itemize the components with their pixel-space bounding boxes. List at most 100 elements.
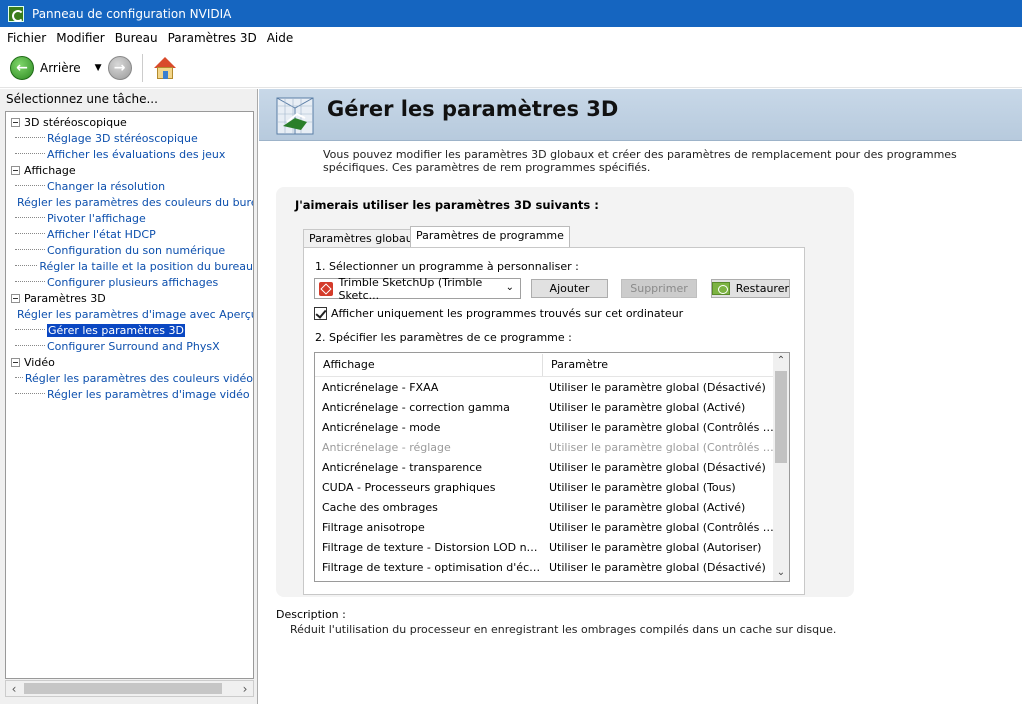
settings-table[interactable]: Affichage Paramètre Anticrénelage - FXAA…	[314, 352, 790, 582]
row-setting[interactable]: Utiliser le paramètre global (Contrôlés …	[543, 521, 775, 534]
tree-child-item[interactable]: Configurer plusieurs affichages	[6, 274, 253, 290]
table-row[interactable]: Filtrage de texture - optimisation d'éch…	[315, 557, 775, 577]
tree-child-item[interactable]: Afficher l'état HDCP	[6, 226, 253, 242]
row-setting[interactable]: Utiliser le paramètre global (Tous)	[543, 481, 775, 494]
tree-group-3d-stereo: 3D stéréoscopique Réglage 3D stéréoscopi…	[6, 114, 253, 162]
table-row[interactable]: Anticrénelage - transparence Utiliser le …	[315, 457, 775, 477]
table-row[interactable]: Cache des ombrages Utiliser le paramètre …	[315, 497, 775, 517]
menu-parametres-3d[interactable]: Paramètres 3D	[163, 31, 262, 45]
show-found-programs-checkbox[interactable]	[314, 307, 327, 320]
forward-arrow-icon[interactable]: →	[107, 55, 132, 80]
row-feature: Anticrénelage - réglage	[322, 440, 451, 454]
tree-child-item[interactable]: Configurer Surround and PhysX	[6, 338, 253, 354]
row-feature: CUDA - Processeurs graphiques	[322, 480, 496, 494]
row-setting[interactable]: Utiliser le paramètre global (Activé)	[543, 501, 775, 514]
back-arrow-icon[interactable]: ←	[10, 55, 34, 80]
row-setting[interactable]: Utiliser le paramètre global (Autoriser)	[543, 541, 775, 554]
description-text: Réduit l'utilisation du processeur en en…	[290, 623, 837, 636]
page-title: Gérer les paramètres 3D	[327, 97, 619, 121]
row-setting[interactable]: Utiliser le paramètre global (Désactivé)	[543, 561, 775, 574]
title-bar: Panneau de configuration NVIDIA	[0, 0, 1022, 27]
tree-child-item[interactable]: Afficher les évaluations des jeux	[6, 146, 253, 162]
tree-child-item[interactable]: Configuration du son numérique	[6, 242, 253, 258]
row-feature: Filtrage de texture - optimisation d'éch…	[322, 560, 543, 574]
scroll-thumb[interactable]	[775, 371, 787, 463]
tree-child-item[interactable]: Régler les paramètres des couleurs du bu…	[6, 194, 253, 210]
tree-group-video: Vidéo Régler les paramètres des couleurs…	[6, 354, 253, 402]
row-feature: Filtrage de texture - Distorsion LOD nég…	[322, 540, 543, 554]
content-pane: Gérer les paramètres 3D Vous pouvez modi…	[259, 89, 1022, 704]
row-setting[interactable]: Utiliser le paramètre global (Activé)	[543, 401, 775, 414]
remove-program-button[interactable]: Supprimer	[621, 279, 697, 298]
3d-settings-icon	[276, 97, 314, 135]
row-feature: Anticrénelage - transparence	[322, 460, 483, 474]
add-program-button[interactable]: Ajouter	[531, 279, 608, 298]
column-header-feature[interactable]: Affichage	[315, 353, 543, 376]
row-setting[interactable]: Utiliser le paramètre global (Désactivé)	[543, 381, 775, 394]
row-setting[interactable]: Utiliser le paramètre global (Désactivé)	[543, 461, 775, 474]
tree-child-item-selected[interactable]: Gérer les paramètres 3D	[6, 322, 253, 338]
tab-program-settings[interactable]: Paramètres de programme	[410, 226, 570, 248]
table-row[interactable]: Filtrage de texture - Distorsion LOD nég…	[315, 537, 775, 557]
task-pane: Sélectionnez une tâche... 3D stéréoscopi…	[0, 89, 258, 704]
tree-child-item[interactable]: Régler la taille et la position du burea…	[6, 258, 253, 274]
task-tree[interactable]: 3D stéréoscopique Réglage 3D stéréoscopi…	[5, 111, 254, 679]
home-icon[interactable]	[153, 56, 177, 80]
page-banner: Gérer les paramètres 3D	[259, 89, 1022, 141]
tree-group-affichage: Affichage Changer la résolution Régler l…	[6, 162, 253, 290]
toolbar: ← Arrière ▼ →	[0, 48, 1022, 88]
tree-horizontal-scrollbar[interactable]: ‹ ›	[5, 680, 254, 697]
collapse-icon[interactable]	[11, 117, 20, 127]
collapse-icon[interactable]	[11, 357, 20, 367]
scroll-right-icon[interactable]: ›	[237, 682, 253, 696]
collapse-icon[interactable]	[11, 165, 20, 175]
table-row[interactable]: Anticrénelage - réglage Utiliser le param…	[315, 437, 775, 457]
tree-parent-item[interactable]: Paramètres 3D	[6, 290, 253, 306]
row-setting[interactable]: Utiliser le paramètre global (Contrôlés …	[543, 441, 775, 454]
tree-parent-item[interactable]: Affichage	[6, 162, 253, 178]
table-vertical-scrollbar[interactable]: ⌃ ⌄	[773, 353, 789, 581]
table-row[interactable]: Anticrénelage - FXAA Utiliser le paramètr…	[315, 377, 775, 397]
table-rows: Anticrénelage - FXAA Utiliser le paramètr…	[315, 377, 775, 577]
program-select-value: Trimble SketchUp (Trimble Sketc...	[338, 275, 483, 302]
row-feature: Cache des ombrages	[322, 500, 438, 514]
menu-fichier[interactable]: Fichier	[2, 31, 51, 45]
menu-aide[interactable]: Aide	[262, 31, 299, 45]
row-feature: Anticrénelage - mode	[322, 420, 441, 434]
table-row[interactable]: CUDA - Processeurs graphiques Utiliser le…	[315, 477, 775, 497]
row-setting[interactable]: Utiliser le paramètre global (Contrôlés …	[543, 421, 775, 434]
scroll-up-icon[interactable]: ⌃	[773, 353, 789, 369]
tree-child-item[interactable]: Régler les paramètres d'image avec Aperç…	[6, 306, 253, 322]
back-history-dropdown-icon[interactable]: ▼	[95, 63, 102, 73]
tree-child-item[interactable]: Régler les paramètres des couleurs vidéo	[6, 370, 253, 386]
checkbox-label: Afficher uniquement les programmes trouv…	[331, 307, 684, 320]
table-row[interactable]: Anticrénelage - mode Utiliser le paramètr…	[315, 417, 775, 437]
tree-child-item[interactable]: Réglage 3D stéréoscopique	[6, 130, 253, 146]
tab-global-settings[interactable]: Paramètres globaux	[303, 229, 426, 248]
tree-child-item[interactable]: Régler les paramètres d'image vidéo	[6, 386, 253, 402]
menu-bureau[interactable]: Bureau	[110, 31, 163, 45]
tree-child-item[interactable]: Pivoter l'affichage	[6, 210, 253, 226]
tree-child-item[interactable]: Changer la résolution	[6, 178, 253, 194]
restore-button[interactable]: Restaurer	[711, 279, 790, 298]
chevron-down-icon[interactable]: ⌄	[506, 282, 514, 293]
toolbar-separator	[141, 53, 143, 82]
row-feature: Anticrénelage - correction gamma	[322, 400, 510, 414]
scroll-thumb[interactable]	[24, 683, 222, 694]
scroll-down-icon[interactable]: ⌄	[773, 565, 789, 581]
back-button-label[interactable]: Arrière	[40, 61, 81, 75]
table-header: Affichage Paramètre	[315, 353, 775, 377]
column-header-setting[interactable]: Paramètre	[543, 354, 608, 376]
tree-parent-item[interactable]: Vidéo	[6, 354, 253, 370]
nvidia-logo-icon	[712, 282, 730, 295]
tree-parent-item[interactable]: 3D stéréoscopique	[6, 114, 253, 130]
program-select[interactable]: Trimble SketchUp (Trimble Sketc... ⌄	[314, 275, 521, 302]
step1-label: 1. Sélectionner un programme à personnal…	[315, 260, 579, 273]
collapse-icon[interactable]	[11, 293, 20, 303]
show-found-programs-option[interactable]: Afficher uniquement les programmes trouv…	[314, 307, 683, 320]
table-row[interactable]: Anticrénelage - correction gamma Utiliser…	[315, 397, 775, 417]
scroll-left-icon[interactable]: ‹	[6, 682, 22, 696]
table-row[interactable]: Filtrage anisotrope Utiliser le paramètre…	[315, 517, 775, 537]
tree-group-parametres-3d: Paramètres 3D Régler les paramètres d'im…	[6, 290, 253, 354]
menu-modifier[interactable]: Modifier	[51, 31, 110, 45]
